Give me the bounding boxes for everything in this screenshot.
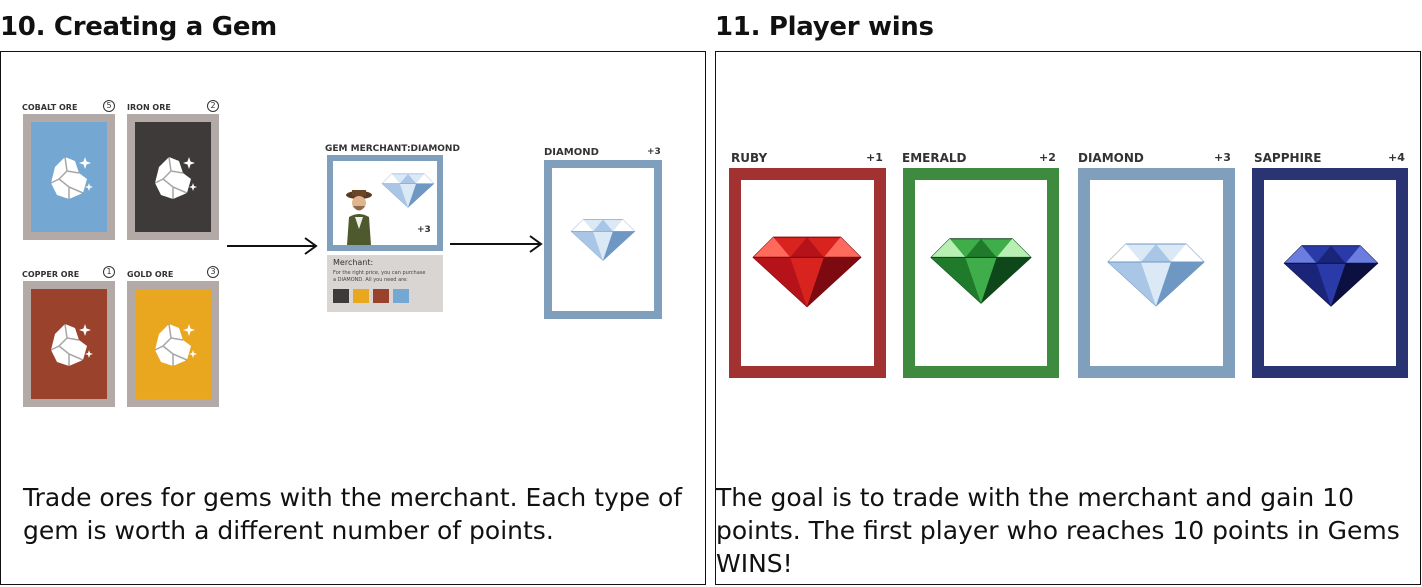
diamond-icon [570,219,636,261]
ore-card-face [135,289,211,399]
merchant-info: Merchant: For the right price, you can p… [327,255,443,312]
ruby-icon [752,236,862,308]
ore-card-copper [23,281,115,407]
rock-ore-icon [50,323,93,366]
creating-gem-panel: COBALT ORE 5 IRON ORE 2 COPPER ORE 1 GOL… [0,51,706,585]
rock-ore-icon [154,156,197,199]
gem-label: SAPPHIRE [1254,151,1322,165]
ore-label: COBALT ORE [22,103,78,112]
panel-title-player-wins: 11. Player wins [715,12,934,42]
ore-card-face [31,122,107,232]
gem-label: DIAMOND [1078,151,1144,165]
creating-gem-caption: Trade ores for gems with the merchant. E… [23,483,683,545]
rock-ore-icon [50,156,93,199]
sapphire-icon [1283,245,1379,307]
gem-points: +3 [1214,151,1231,164]
diamond-card [1078,168,1235,378]
ore-number: 2 [207,100,219,112]
merchant-label: GEM MERCHANT:DIAMOND [325,144,460,154]
ore-card-cobalt [23,114,115,240]
gem-points: +2 [1039,151,1056,164]
ore-number: 1 [103,266,115,278]
ore-card-face [135,122,211,232]
panel-title-creating-gem: 10. Creating a Gem [0,12,277,42]
diamond-icon [1107,243,1205,307]
result-points: +3 [647,147,661,157]
arrow-right-icon [227,237,318,255]
emerald-icon [930,238,1032,304]
gem-label: EMERALD [902,151,967,165]
merchant-figure-icon [346,190,372,245]
player-wins-panel: RUBY +1 EMERALD +2 DIAMOND +3 SAPPHIRE +… [715,51,1421,585]
ruby-card [729,168,886,378]
merchant-card: +3 Merchant: For the right price, you ca… [327,155,443,312]
ore-number: 3 [207,266,219,278]
iron-ore-icon [333,289,349,303]
ore-card-gold [127,281,219,407]
diamond-icon [381,173,435,208]
player-wins-caption: The goal is to trade with the merchant a… [716,483,1400,578]
gold-ore-icon [353,289,369,303]
merchant-desc-line2: a DIAMOND. All you need are: [333,277,408,283]
ore-card-iron [127,114,219,240]
merchant-picture: +3 [333,161,437,245]
result-diamond-card [544,160,662,319]
ore-card-face [31,289,107,399]
gem-label: RUBY [731,151,768,165]
ore-label: IRON ORE [127,103,171,112]
merchant-cost-icons [333,289,409,303]
cobalt-ore-icon [393,289,409,303]
ore-label: COPPER ORE [22,270,80,279]
ore-number: 5 [103,100,115,112]
merchant-desc-line1: For the right price, you can purchase [333,270,426,276]
gem-points: +4 [1388,151,1405,164]
gem-points: +1 [866,151,883,164]
merchant-heading: Merchant: [333,258,374,267]
result-label: DIAMOND [544,147,599,158]
copper-ore-icon [373,289,389,303]
arrow-right-icon [450,235,543,253]
ore-label: GOLD ORE [127,270,174,279]
emerald-card [903,168,1059,378]
merchant-points: +3 [417,225,431,235]
sapphire-card [1252,168,1408,378]
rock-ore-icon [154,323,197,366]
